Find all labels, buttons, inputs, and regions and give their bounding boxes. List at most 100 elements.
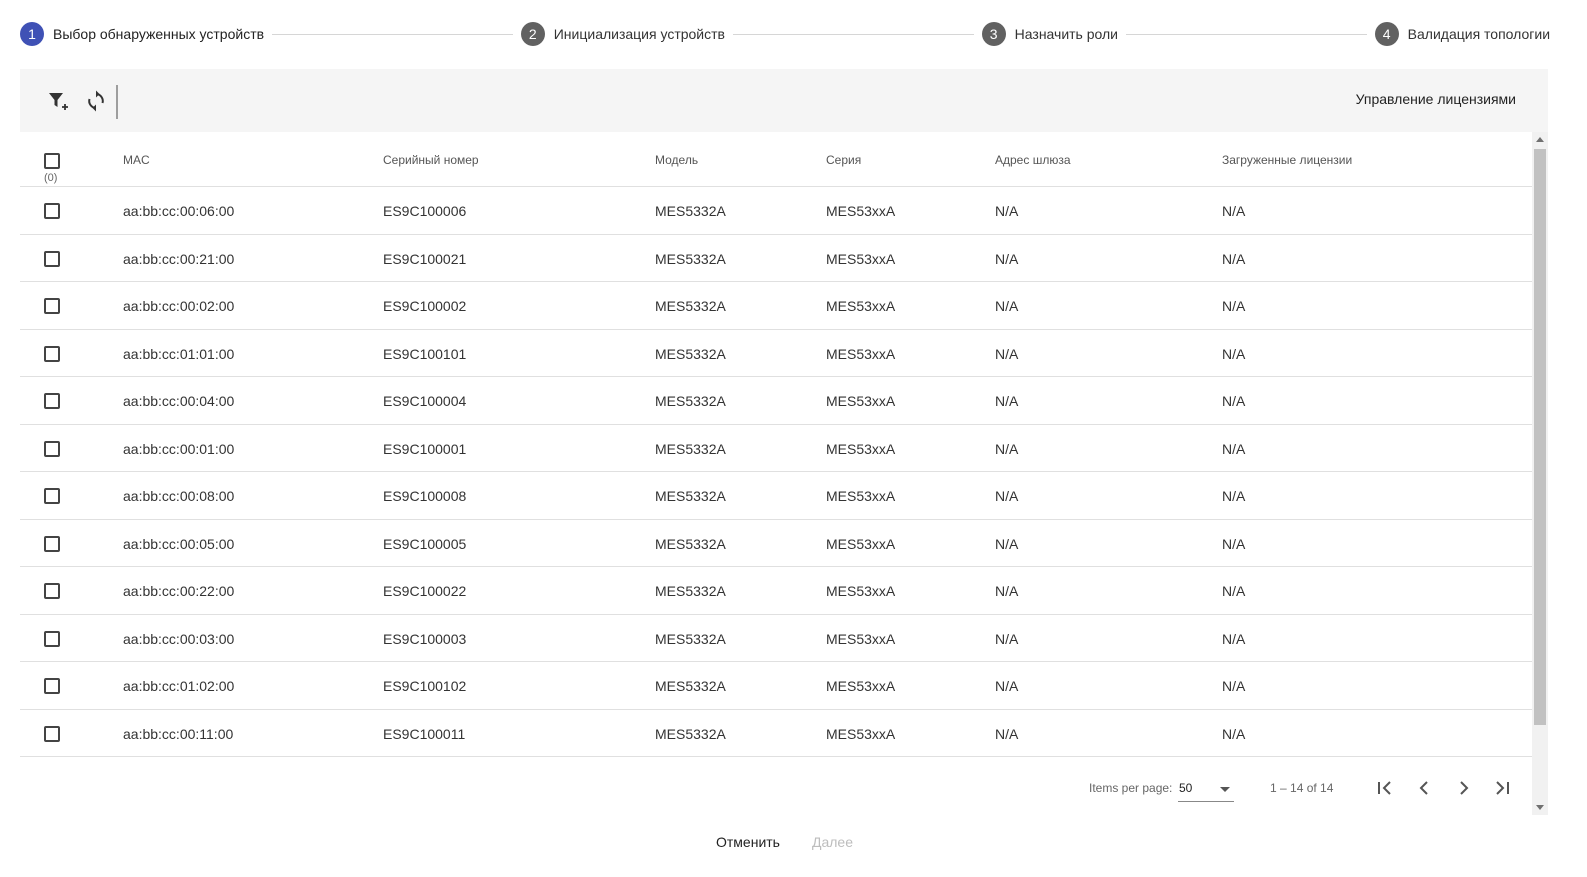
table-row[interactable]: aa:bb:cc:00:08:00 ES9C100008 MES5332A ME… — [20, 472, 1532, 520]
cell-licenses: N/A — [1222, 488, 1246, 504]
cell-model: MES5332A — [655, 678, 726, 694]
cell-serial: ES9C100002 — [383, 298, 467, 314]
cell-serial: ES9C100003 — [383, 630, 467, 647]
next-page-icon[interactable] — [1452, 776, 1476, 800]
cell-gateway: N/A — [995, 440, 1019, 457]
cell-licenses: N/A — [1222, 630, 1246, 647]
cell-licenses: N/A — [1222, 298, 1246, 314]
scroll-up-arrow-icon[interactable] — [1536, 137, 1544, 142]
cell-series: MES53xxA — [826, 440, 896, 457]
cell-series: MES53xxA — [826, 203, 896, 219]
row-checkbox[interactable] — [44, 203, 60, 219]
cell-gateway: N/A — [995, 725, 1019, 742]
row-checkbox[interactable] — [44, 630, 60, 647]
cell-model: MES5332A — [655, 583, 726, 599]
select-all-checkbox[interactable] — [44, 153, 60, 169]
table-row[interactable]: aa:bb:cc:00:05:00 ES9C100005 MES5332A ME… — [20, 520, 1532, 567]
cell-model: MES5332A — [655, 393, 726, 409]
cell-licenses: N/A — [1222, 440, 1246, 457]
table-scrollbar[interactable] — [1532, 132, 1548, 815]
cell-gateway: N/A — [995, 583, 1019, 599]
page-range-label: 1 – 14 of 14 — [1270, 781, 1334, 795]
step-connector — [1126, 33, 1367, 35]
cell-series: MES53xxA — [826, 725, 896, 742]
table-row[interactable]: aa:bb:cc:01:01:00 ES9C100101 MES5332A ME… — [20, 330, 1532, 377]
scroll-down-arrow-icon[interactable] — [1536, 805, 1544, 810]
column-header-serial[interactable]: Серийный номер — [383, 153, 479, 167]
devices-table-container[interactable]: (0) MAC Серийный номер Модель Серия Адре… — [20, 132, 1548, 815]
step-label: Валидация топологии — [1407, 26, 1551, 42]
paginator: Items per page: 50 1 – 14 of 14 — [20, 760, 1532, 815]
refresh-icon[interactable] — [84, 89, 108, 113]
row-checkbox[interactable] — [44, 535, 60, 552]
step-label: Инициализация устройств — [553, 26, 725, 42]
table-row[interactable]: aa:bb:cc:01:02:00 ES9C100102 MES5332A ME… — [20, 662, 1532, 710]
step-select-devices[interactable]: 1 Выбор обнаруженных устройств — [20, 22, 264, 46]
step-number: 1 — [20, 22, 44, 46]
items-per-page-select[interactable]: 50 — [1178, 778, 1234, 802]
cell-mac: aa:bb:cc:00:06:00 — [123, 203, 235, 219]
cell-mac: aa:bb:cc:01:01:00 — [123, 345, 235, 362]
column-header-model[interactable]: Модель — [655, 153, 698, 167]
row-checkbox[interactable] — [44, 298, 60, 314]
cell-series: MES53xxA — [826, 630, 896, 647]
row-checkbox[interactable] — [44, 345, 60, 362]
table-row[interactable]: aa:bb:cc:00:03:00 ES9C100003 MES5332A ME… — [20, 615, 1532, 662]
table-row[interactable]: aa:bb:cc:00:21:00 ES9C100021 MES5332A ME… — [20, 235, 1532, 282]
filter-add-icon[interactable] — [46, 89, 70, 113]
table-row[interactable]: aa:bb:cc:00:02:00 ES9C100002 MES5332A ME… — [20, 282, 1532, 330]
step-connector — [272, 33, 513, 35]
row-checkbox[interactable] — [44, 393, 60, 409]
row-checkbox[interactable] — [44, 440, 60, 457]
cell-licenses: N/A — [1222, 725, 1246, 742]
last-page-icon[interactable] — [1490, 776, 1514, 800]
cell-serial: ES9C100001 — [383, 440, 467, 457]
manage-licenses-button[interactable]: Управление лицензиями — [1356, 91, 1516, 107]
cell-gateway: N/A — [995, 203, 1019, 219]
column-header-licenses[interactable]: Загруженные лицензии — [1222, 153, 1352, 167]
step-label: Назначить роли — [1014, 26, 1118, 42]
step-init-devices[interactable]: 2 Инициализация устройств — [520, 22, 725, 46]
cell-licenses: N/A — [1222, 583, 1246, 599]
cell-model: MES5332A — [655, 203, 726, 219]
cell-serial: ES9C100102 — [383, 678, 467, 694]
column-header-series[interactable]: Серия — [826, 153, 861, 167]
step-assign-roles[interactable]: 3 Назначить роли — [981, 22, 1118, 46]
cell-licenses: N/A — [1222, 393, 1246, 409]
first-page-icon[interactable] — [1373, 776, 1397, 800]
table-row[interactable]: aa:bb:cc:00:11:00 ES9C100011 MES5332A ME… — [20, 710, 1532, 757]
step-connector — [732, 33, 974, 35]
cell-mac: aa:bb:cc:00:05:00 — [123, 535, 235, 552]
column-header-mac[interactable]: MAC — [123, 153, 150, 167]
previous-page-icon[interactable] — [1412, 776, 1436, 800]
cell-series: MES53xxA — [826, 250, 896, 267]
cell-gateway: N/A — [995, 298, 1019, 314]
table-toolbar: Управление лицензиями — [20, 69, 1548, 132]
row-checkbox[interactable] — [44, 725, 60, 742]
cell-series: MES53xxA — [826, 488, 896, 504]
dropdown-arrow-icon — [1220, 787, 1230, 792]
cell-model: MES5332A — [655, 488, 726, 504]
table-row[interactable]: aa:bb:cc:00:06:00 ES9C100006 MES5332A ME… — [20, 187, 1532, 235]
cell-mac: aa:bb:cc:00:22:00 — [123, 583, 235, 599]
table-row[interactable]: aa:bb:cc:00:22:00 ES9C100022 MES5332A ME… — [20, 567, 1532, 615]
cell-series: MES53xxA — [826, 393, 896, 409]
column-header-gateway[interactable]: Адрес шлюза — [995, 153, 1071, 167]
row-checkbox[interactable] — [44, 250, 60, 267]
next-button[interactable]: Далее — [812, 834, 853, 850]
cell-series: MES53xxA — [826, 583, 896, 599]
cell-serial: ES9C100004 — [383, 393, 467, 409]
cell-model: MES5332A — [655, 298, 726, 314]
cell-series: MES53xxA — [826, 298, 896, 314]
cell-gateway: N/A — [995, 535, 1019, 552]
cell-model: MES5332A — [655, 725, 726, 742]
row-checkbox[interactable] — [44, 488, 60, 504]
cell-gateway: N/A — [995, 488, 1019, 504]
table-row[interactable]: aa:bb:cc:00:01:00 ES9C100001 MES5332A ME… — [20, 425, 1532, 472]
cancel-button[interactable]: Отменить — [716, 834, 780, 850]
row-checkbox[interactable] — [44, 678, 60, 694]
table-row[interactable]: aa:bb:cc:00:04:00 ES9C100004 MES5332A ME… — [20, 377, 1532, 425]
step-validate-topology[interactable]: 4 Валидация топологии — [1374, 22, 1551, 46]
row-checkbox[interactable] — [44, 583, 60, 599]
scrollbar-thumb[interactable] — [1534, 149, 1546, 725]
